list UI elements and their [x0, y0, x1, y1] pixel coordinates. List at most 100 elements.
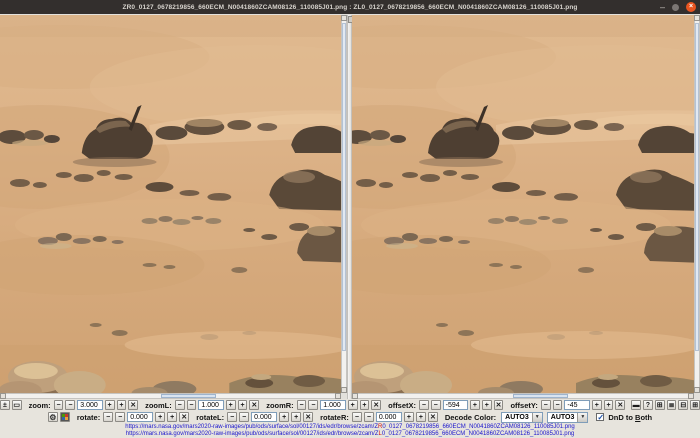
zoomR-increment-large-button[interactable]: +	[360, 400, 370, 410]
zoom-reset-button[interactable]: ✕	[128, 400, 138, 410]
zoomL-increment-button[interactable]: +	[226, 400, 236, 410]
mars-image-left-eye	[352, 15, 694, 393]
left-eye-image-link[interactable]: https://mars.nasa.gov/mars2020-raw-image…	[0, 431, 700, 438]
zoom-offset-row: ± ▭ zoom: − − 3.000 + + ✕ zoomL: − − 1.0…	[0, 399, 700, 411]
offsetY-label: offsetY:	[510, 401, 537, 410]
help-button[interactable]: ?	[643, 400, 653, 410]
zoomL-value-field[interactable]: 1.000	[198, 400, 223, 410]
stereo-viewer-window: ZR0_0127_0678219856_660ECM_N0041860ZCAM0…	[0, 0, 700, 438]
zoom-label: zoom:	[29, 401, 51, 410]
offsetY-decrement-button[interactable]: −	[553, 400, 563, 410]
rotate-decrement-large-button[interactable]: −	[103, 412, 113, 422]
rotateR-increment-large-button[interactable]: +	[416, 412, 426, 422]
decode-color-left-select[interactable]: AUTO3 ▼	[501, 412, 543, 423]
zoom-increment-button[interactable]: +	[105, 400, 115, 410]
fit-button[interactable]: ±	[0, 400, 10, 410]
offsetX-reset-button[interactable]: ✕	[494, 400, 504, 410]
right-image-pane[interactable]	[352, 15, 694, 393]
vertical-scroll-thumb[interactable]	[342, 23, 346, 351]
dnd-to-both-label: DnD to Both	[608, 413, 652, 422]
tile-view-button[interactable]: ⊞	[690, 400, 700, 410]
zoomL-reset-button[interactable]: ✕	[249, 400, 259, 410]
decode-color-label: Decode Color:	[445, 413, 496, 422]
horizontal-scroll-thumb[interactable]	[513, 394, 568, 398]
rotate-decode-row: ⚙ rotate: − − 0.000 + + ✕ rotateL: − − 0…	[0, 411, 700, 423]
chevron-down-icon[interactable]: ▼	[577, 413, 587, 422]
right-pane-vertical-scrollbar[interactable]	[694, 15, 700, 393]
offsetX-increment-large-button[interactable]: +	[482, 400, 492, 410]
display-mode-button[interactable]: ▬	[631, 400, 641, 410]
palette-icon	[61, 413, 69, 421]
dnd-to-both-checkbox[interactable]: ✓	[596, 413, 604, 421]
left-image-pane[interactable]	[0, 15, 341, 393]
zoom-decrement-button[interactable]: −	[65, 400, 75, 410]
rotateL-decrement-button[interactable]: −	[239, 412, 249, 422]
stack-view-button[interactable]: ⊟	[678, 400, 688, 410]
vertical-scroll-thumb[interactable]	[695, 23, 699, 351]
maximize-button[interactable]	[672, 4, 679, 11]
settings-gear-button[interactable]: ⚙	[48, 412, 58, 422]
rotate-label: rotate:	[77, 413, 100, 422]
offsetY-increment-button[interactable]: +	[592, 400, 602, 410]
zoomL-increment-large-button[interactable]: +	[238, 400, 248, 410]
offsetX-increment-button[interactable]: +	[470, 400, 480, 410]
rotateR-label: rotateR:	[320, 413, 349, 422]
zoom-increment-large-button[interactable]: +	[117, 400, 127, 410]
titlebar[interactable]: ZR0_0127_0678219856_660ECM_N0041860ZCAM0…	[0, 0, 700, 14]
rotate-decrement-button[interactable]: −	[115, 412, 125, 422]
zoomL-label: zoomL:	[145, 401, 172, 410]
decode-color-left-value: AUTO3	[502, 413, 532, 422]
rotateL-increment-large-button[interactable]: +	[291, 412, 301, 422]
rotate-increment-button[interactable]: +	[155, 412, 165, 422]
horizontal-scroll-thumb[interactable]	[161, 394, 216, 398]
split-viewer	[0, 14, 700, 399]
offsetY-value-field[interactable]: -45	[564, 400, 589, 410]
rotateR-reset-button[interactable]: ✕	[428, 412, 438, 422]
rotate-value-field[interactable]: 0.000	[127, 412, 153, 422]
zoomR-reset-button[interactable]: ✕	[371, 400, 381, 410]
zoomR-decrement-button[interactable]: −	[308, 400, 318, 410]
minimize-button[interactable]: –	[660, 4, 665, 10]
offsetX-decrement-large-button[interactable]: −	[419, 400, 429, 410]
actual-size-button[interactable]: ▭	[12, 400, 22, 410]
close-button[interactable]: ×	[686, 2, 696, 12]
offsetX-value-field[interactable]: -594	[443, 400, 468, 410]
zoomR-decrement-large-button[interactable]: −	[297, 400, 307, 410]
window-title: ZR0_0127_0678219856_660ECM_N0041860ZCAM0…	[123, 4, 578, 11]
rotateR-decrement-button[interactable]: −	[364, 412, 374, 422]
rotateL-value-field[interactable]: 0.000	[251, 412, 277, 422]
zoom-decrement-large-button[interactable]: −	[54, 400, 64, 410]
scroll-down-arrow[interactable]	[694, 387, 700, 393]
scroll-up-arrow[interactable]	[694, 15, 700, 21]
window-controls: – ×	[660, 0, 696, 14]
rotateR-value-field[interactable]: 0.000	[376, 412, 402, 422]
rotateL-decrement-large-button[interactable]: −	[227, 412, 237, 422]
color-palette-button[interactable]	[60, 412, 70, 422]
zoom-value-field[interactable]: 3.000	[77, 400, 102, 410]
decode-color-right-select[interactable]: AUTO3 ▼	[547, 412, 589, 423]
control-panel: ± ▭ zoom: − − 3.000 + + ✕ zoomL: − − 1.0…	[0, 399, 700, 438]
offsetY-reset-button[interactable]: ✕	[615, 400, 625, 410]
grid-view-button[interactable]: ⊞	[655, 400, 665, 410]
gear-icon: ⚙	[49, 413, 56, 422]
zoomR-label: zoomR:	[266, 401, 294, 410]
mars-image-right-eye	[0, 15, 341, 393]
list-view-button[interactable]: ≣	[667, 400, 677, 410]
chevron-down-icon[interactable]: ▼	[532, 413, 542, 422]
rotateR-increment-button[interactable]: +	[404, 412, 414, 422]
offsetX-decrement-button[interactable]: −	[431, 400, 441, 410]
zoomL-decrement-button[interactable]: −	[187, 400, 197, 410]
zoomR-increment-button[interactable]: +	[348, 400, 358, 410]
rotate-reset-button[interactable]: ✕	[179, 412, 189, 422]
offsetX-label: offsetX:	[388, 401, 416, 410]
zoomL-decrement-large-button[interactable]: −	[175, 400, 185, 410]
rotate-increment-large-button[interactable]: +	[167, 412, 177, 422]
rotateL-reset-button[interactable]: ✕	[303, 412, 313, 422]
rotateL-label: rotateL:	[196, 413, 224, 422]
rotateR-decrement-large-button[interactable]: −	[352, 412, 362, 422]
source-links: https://mars.nasa.gov/mars2020-raw-image…	[0, 424, 700, 437]
offsetY-decrement-large-button[interactable]: −	[541, 400, 551, 410]
rotateL-increment-button[interactable]: +	[279, 412, 289, 422]
zoomR-value-field[interactable]: 1.000	[320, 400, 345, 410]
offsetY-increment-large-button[interactable]: +	[604, 400, 614, 410]
